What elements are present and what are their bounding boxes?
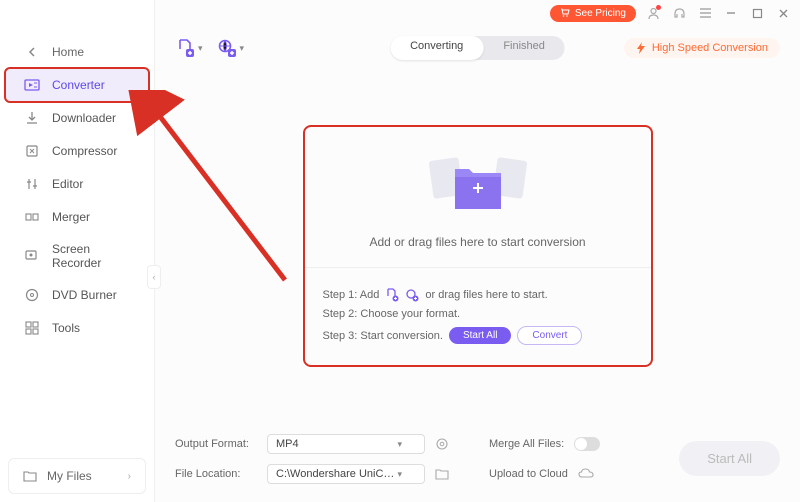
dropzone-text: Add or drag files here to start conversi… bbox=[305, 235, 651, 249]
step-3: Step 3: Start conversion. Start All Conv… bbox=[323, 326, 633, 345]
merger-icon bbox=[24, 209, 40, 225]
sidebar-item-editor[interactable]: Editor bbox=[6, 168, 148, 200]
maximize-icon[interactable] bbox=[748, 4, 766, 22]
chevron-down-icon: ▾ bbox=[240, 43, 245, 54]
compressor-icon bbox=[24, 143, 40, 159]
content-area: Add or drag files here to start conversi… bbox=[155, 70, 800, 422]
sidebar: Home Converter Downloader Compressor bbox=[0, 0, 155, 502]
hsc-label: High Speed Conversion bbox=[652, 42, 768, 54]
cloud-icon[interactable] bbox=[578, 468, 594, 480]
my-files-button[interactable]: My Files › bbox=[8, 458, 146, 494]
add-url-icon bbox=[405, 288, 419, 302]
sidebar-item-label: Merger bbox=[52, 210, 90, 224]
downloader-icon bbox=[24, 110, 40, 126]
chevron-down-icon: ▾ bbox=[198, 43, 203, 54]
folder-illustration bbox=[305, 151, 651, 221]
my-files-label: My Files bbox=[47, 469, 92, 483]
sidebar-item-label: Tools bbox=[52, 321, 80, 335]
chevron-right-icon: › bbox=[128, 471, 131, 482]
converter-icon bbox=[24, 77, 40, 93]
output-format-select[interactable]: MP4▾ bbox=[267, 434, 425, 454]
step-2: Step 2: Choose your format. bbox=[323, 308, 633, 320]
tab-converting[interactable]: Converting bbox=[390, 36, 483, 60]
sidebar-item-downloader[interactable]: Downloader bbox=[6, 102, 148, 134]
file-location-select[interactable]: C:\Wondershare UniConverter▾ bbox=[267, 464, 425, 484]
see-pricing-button[interactable]: See Pricing bbox=[550, 5, 636, 22]
back-arrow-icon bbox=[24, 44, 40, 60]
add-file-button[interactable]: ▾ bbox=[175, 38, 203, 58]
upload-label: Upload to Cloud bbox=[489, 468, 568, 480]
sidebar-item-label: Editor bbox=[52, 177, 83, 191]
sidebar-item-tools[interactable]: Tools bbox=[6, 312, 148, 344]
tab-finished[interactable]: Finished bbox=[483, 36, 565, 60]
toolbar: ▾ ▾ Converting Finished High Speed Conve… bbox=[155, 26, 800, 70]
tools-icon bbox=[24, 320, 40, 336]
bolt-icon bbox=[636, 42, 646, 54]
dropzone[interactable]: Add or drag files here to start conversi… bbox=[303, 125, 653, 367]
high-speed-conversion-button[interactable]: High Speed Conversion bbox=[624, 38, 780, 58]
sidebar-item-label: Screen Recorder bbox=[52, 242, 130, 270]
merge-toggle[interactable] bbox=[574, 437, 600, 451]
editor-icon bbox=[24, 176, 40, 192]
add-url-button[interactable]: ▾ bbox=[217, 38, 245, 58]
cart-icon bbox=[560, 8, 570, 18]
folder-icon bbox=[23, 470, 37, 482]
open-folder-icon[interactable] bbox=[435, 468, 449, 480]
screen-recorder-icon bbox=[24, 248, 40, 264]
sidebar-item-label: DVD Burner bbox=[52, 288, 117, 302]
bottom-bar: Output Format: MP4▾ Merge All Files: Fil… bbox=[155, 422, 800, 502]
sidebar-item-label: Compressor bbox=[52, 144, 117, 158]
sidebar-item-compressor[interactable]: Compressor bbox=[6, 135, 148, 167]
step-1: Step 1: Add or drag files here to start. bbox=[323, 288, 633, 302]
account-icon[interactable] bbox=[644, 4, 662, 22]
sidebar-item-label: Converter bbox=[52, 78, 105, 92]
settings-icon[interactable] bbox=[435, 437, 449, 451]
minimize-icon[interactable] bbox=[722, 4, 740, 22]
output-format-label: Output Format: bbox=[175, 438, 257, 450]
main-panel: ‹ See Pricing bbox=[155, 0, 800, 502]
sidebar-item-label: Home bbox=[52, 45, 84, 59]
close-icon[interactable] bbox=[774, 4, 792, 22]
dvd-icon bbox=[24, 287, 40, 303]
start-all-pill[interactable]: Start All bbox=[449, 327, 511, 344]
menu-icon[interactable] bbox=[696, 4, 714, 22]
sidebar-item-screen-recorder[interactable]: Screen Recorder bbox=[6, 234, 148, 278]
sidebar-item-converter[interactable]: Converter bbox=[6, 69, 148, 101]
sidebar-item-home[interactable]: Home bbox=[6, 36, 148, 68]
titlebar: See Pricing bbox=[155, 0, 800, 26]
merge-label: Merge All Files: bbox=[489, 438, 564, 450]
steps-panel: Step 1: Add or drag files here to start.… bbox=[305, 268, 651, 365]
support-icon[interactable] bbox=[670, 4, 688, 22]
convert-pill[interactable]: Convert bbox=[517, 326, 582, 345]
add-file-icon bbox=[385, 288, 399, 302]
status-tabs: Converting Finished bbox=[390, 36, 565, 60]
see-pricing-label: See Pricing bbox=[575, 8, 626, 19]
start-all-button[interactable]: Start All bbox=[679, 441, 780, 476]
sidebar-item-merger[interactable]: Merger bbox=[6, 201, 148, 233]
file-location-label: File Location: bbox=[175, 468, 257, 480]
sidebar-item-label: Downloader bbox=[52, 111, 116, 125]
sidebar-item-dvd-burner[interactable]: DVD Burner bbox=[6, 279, 148, 311]
